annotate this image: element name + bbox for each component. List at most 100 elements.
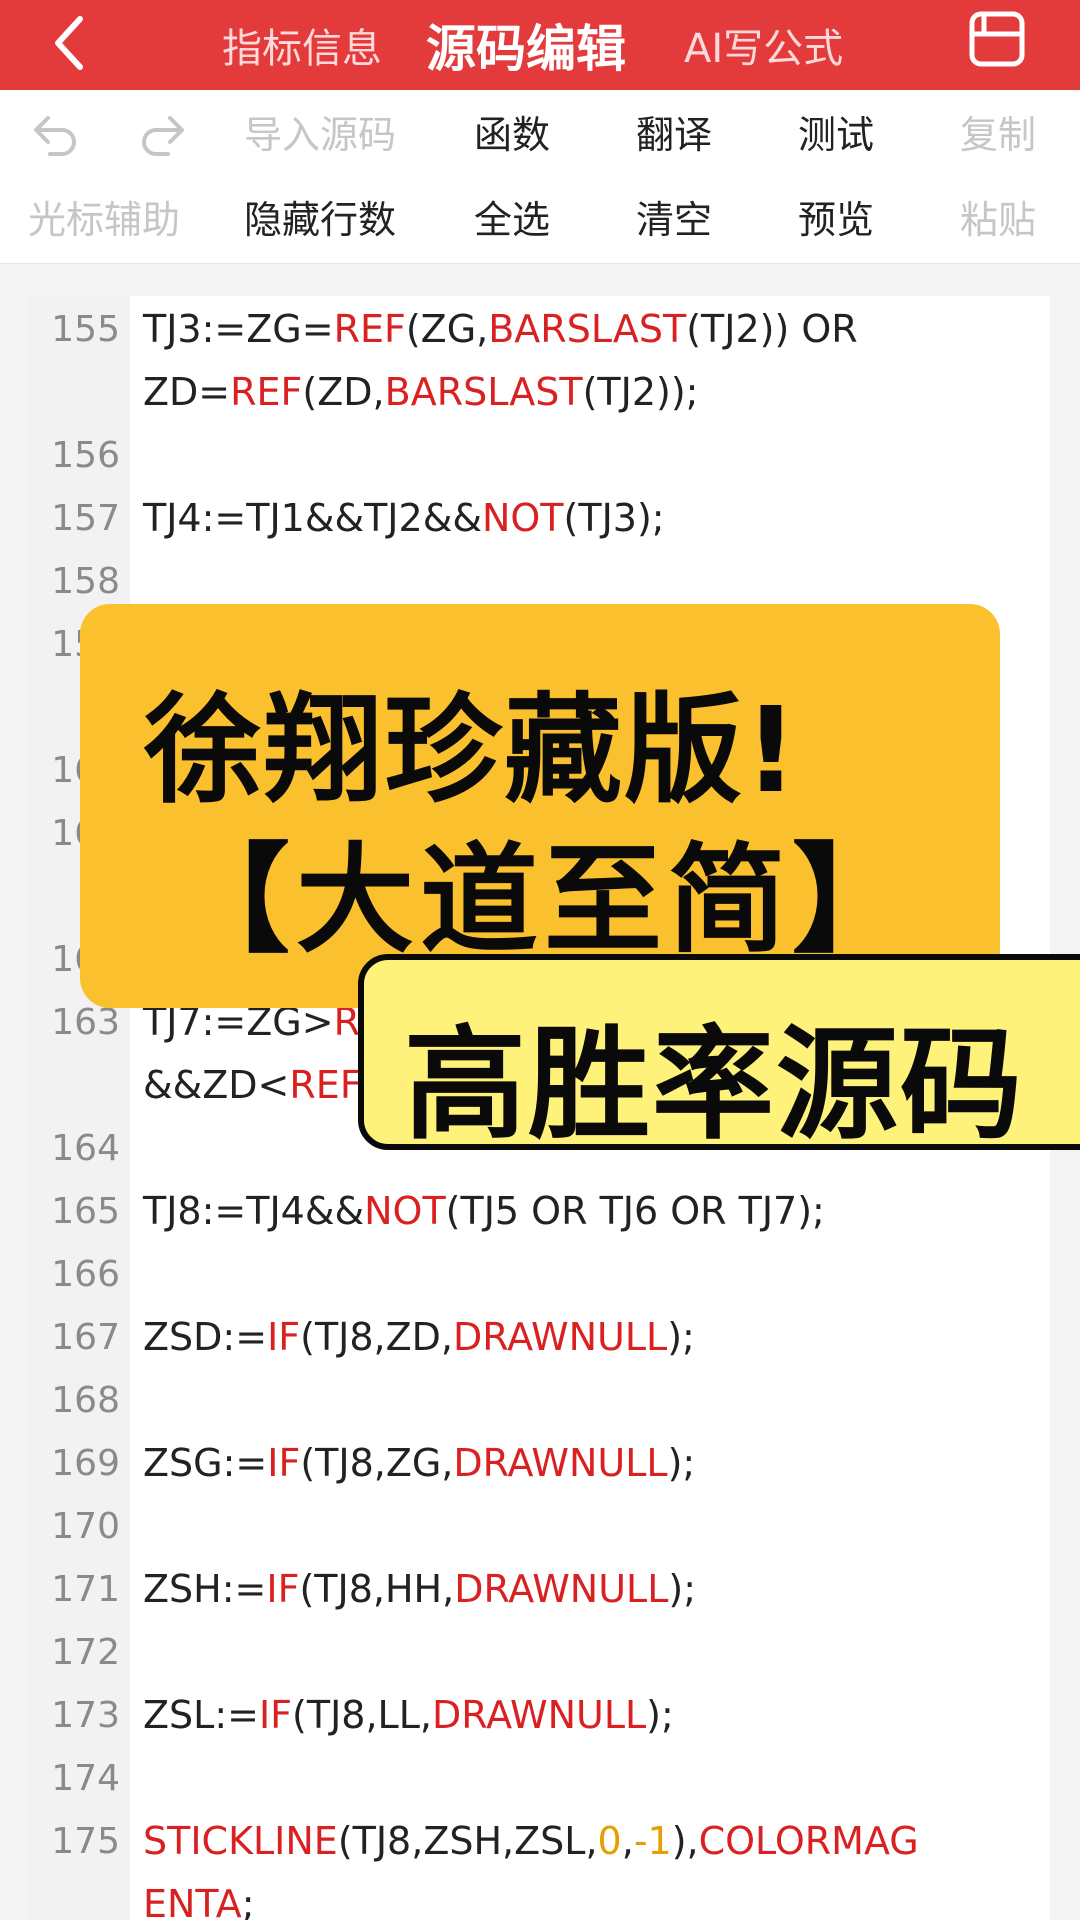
code-keyword: BARSLAST	[488, 307, 687, 351]
code-token: );	[667, 1441, 696, 1485]
code-token: );	[668, 1567, 697, 1611]
banner-title: 徐翔珍藏版!	[144, 681, 800, 819]
code-line[interactable]: 166	[28, 1243, 1050, 1306]
code-line[interactable]: 169 ZSG:=IF(TJ8,ZG,DRAWNULL);	[28, 1432, 1050, 1495]
line-number: 170	[51, 1506, 120, 1547]
code-line[interactable]: 156	[28, 424, 1050, 487]
code-token: TJ8:=TJ4&&	[143, 1189, 365, 1233]
line-number: 157	[51, 498, 120, 539]
tab-source-edit[interactable]: 源码编辑	[426, 0, 626, 90]
code-text[interactable]: TJ8:=TJ4&&NOT(TJ5 OR TJ6 OR TJ7);	[143, 1180, 825, 1243]
code-text[interactable]: ENTA;	[143, 1873, 255, 1920]
code-text[interactable]: ZSG:=IF(TJ8,ZG,DRAWNULL);	[143, 1432, 695, 1495]
line-number: 168	[51, 1380, 120, 1421]
code-token: (TJ8,ZG,	[300, 1441, 454, 1485]
line-number: 171	[51, 1569, 120, 1610]
code-number: -1	[633, 1819, 672, 1863]
preview-button[interactable]: 预览	[798, 190, 874, 250]
code-line[interactable]: ENTA;	[28, 1873, 1050, 1920]
translate-button[interactable]: 翻译	[636, 105, 712, 165]
line-number: 155	[51, 309, 120, 350]
code-token: TJ3:=ZG=	[143, 307, 334, 351]
copy-button[interactable]: 复制	[960, 105, 1036, 165]
code-text[interactable]: ZSL:=IF(TJ8,LL,DRAWNULL);	[143, 1684, 674, 1747]
code-line[interactable]: 168	[28, 1369, 1050, 1432]
clear-button[interactable]: 清空	[636, 190, 712, 250]
code-keyword: COLORMAG	[698, 1819, 919, 1863]
undo-icon[interactable]	[30, 112, 80, 158]
line-number: 167	[51, 1317, 120, 1358]
code-line[interactable]: 165 TJ8:=TJ4&&NOT(TJ5 OR TJ6 OR TJ7);	[28, 1180, 1050, 1243]
code-keyword: REF	[289, 1063, 362, 1107]
select-all-button[interactable]: 全选	[474, 190, 550, 250]
code-token: ),	[671, 1819, 699, 1863]
import-source-button[interactable]: 导入源码	[244, 105, 396, 165]
code-line[interactable]: 172	[28, 1621, 1050, 1684]
code-text[interactable]: TJ4:=TJ1&&TJ2&&NOT(TJ3);	[143, 487, 665, 550]
code-keyword: IF	[267, 1315, 301, 1359]
code-line[interactable]: ZD=REF(ZD,BARSLAST(TJ2));	[28, 361, 1050, 424]
tab-indicator-info[interactable]: 指标信息	[222, 0, 382, 90]
line-number: 165	[51, 1191, 120, 1232]
line-number: 164	[51, 1128, 120, 1169]
functions-button[interactable]: 函数	[474, 105, 550, 165]
line-number: 175	[51, 1821, 120, 1862]
title-banner: 徐翔珍藏版! 【大道至简】	[80, 604, 1000, 1008]
code-token: TJ4:=TJ1&&TJ2&&	[143, 496, 482, 540]
back-button[interactable]	[44, 6, 94, 80]
tab-ai-formula[interactable]: AI写公式	[684, 0, 843, 90]
code-token: (ZD,	[302, 370, 385, 414]
line-number: 169	[51, 1443, 120, 1484]
code-keyword: ENTA	[143, 1882, 242, 1920]
code-line[interactable]: 173 ZSL:=IF(TJ8,LL,DRAWNULL);	[28, 1684, 1050, 1747]
save-button[interactable]	[968, 10, 1026, 68]
code-line[interactable]: 157 TJ4:=TJ1&&TJ2&&NOT(TJ3);	[28, 487, 1050, 550]
save-icon	[969, 11, 1025, 67]
line-number: 156	[51, 435, 120, 476]
code-keyword: REF	[333, 307, 406, 351]
line-number: 174	[51, 1758, 120, 1799]
code-line[interactable]: 175 STICKLINE(TJ8,ZSH,ZSL,0,-1),COLORMAG	[28, 1810, 1050, 1873]
code-text[interactable]: STICKLINE(TJ8,ZSH,ZSL,0,-1),COLORMAG	[143, 1810, 919, 1873]
code-token: (TJ8,ZSH,ZSL,	[337, 1819, 598, 1863]
sticker-text: 高胜率源码	[404, 1014, 1024, 1156]
code-keyword: NOT	[481, 496, 564, 540]
code-line[interactable]: 171 ZSH:=IF(TJ8,HH,DRAWNULL);	[28, 1558, 1050, 1621]
code-token: ;	[241, 1882, 255, 1920]
code-token: (TJ2)) OR	[686, 307, 858, 351]
code-number: 0	[597, 1819, 622, 1863]
code-token: (ZG,	[405, 307, 489, 351]
code-keyword: DRAWNULL	[454, 1567, 669, 1611]
code-keyword: STICKLINE	[143, 1819, 338, 1863]
redo-icon[interactable]	[138, 112, 188, 158]
code-text[interactable]: TJ3:=ZG=REF(ZG,BARSLAST(TJ2)) OR	[143, 298, 858, 361]
code-token: );	[646, 1693, 674, 1737]
code-line[interactable]: 155 TJ3:=ZG=REF(ZG,BARSLAST(TJ2)) OR	[28, 298, 1050, 361]
code-line[interactable]: 174	[28, 1747, 1050, 1810]
code-keyword: IF	[266, 1567, 300, 1611]
code-token: ZSD:=	[143, 1315, 268, 1359]
editor-toolbar: 导入源码 函数 翻译 测试 复制 光标辅助 隐藏行数 全选 清空 预览 粘贴	[0, 90, 1080, 264]
code-token: (TJ8,ZD,	[300, 1315, 454, 1359]
code-keyword: REF	[230, 370, 303, 414]
paste-button[interactable]: 粘贴	[960, 190, 1036, 250]
code-text[interactable]: ZSH:=IF(TJ8,HH,DRAWNULL);	[143, 1558, 696, 1621]
code-token: );	[667, 1315, 695, 1359]
chevron-left-icon	[55, 16, 83, 70]
code-text[interactable]: ZD=REF(ZD,BARSLAST(TJ2));	[143, 361, 698, 424]
code-line[interactable]: 167 ZSD:=IF(TJ8,ZD,DRAWNULL);	[28, 1306, 1050, 1369]
code-keyword: DRAWNULL	[453, 1315, 668, 1359]
line-number: 173	[51, 1695, 120, 1736]
cursor-assist-button[interactable]: 光标辅助	[28, 190, 180, 250]
code-token: &&ZD<	[143, 1063, 290, 1107]
code-line[interactable]: 170	[28, 1495, 1050, 1558]
code-token: (TJ2));	[582, 370, 699, 414]
code-token: ,	[621, 1819, 634, 1863]
code-token: (TJ3);	[563, 496, 665, 540]
promo-sticker: 高胜率源码	[358, 954, 1080, 1156]
code-keyword: NOT	[364, 1189, 446, 1233]
test-button[interactable]: 测试	[798, 105, 874, 165]
code-text[interactable]: ZSD:=IF(TJ8,ZD,DRAWNULL);	[143, 1306, 695, 1369]
code-keyword: IF	[267, 1441, 301, 1485]
hide-line-numbers-button[interactable]: 隐藏行数	[244, 190, 396, 250]
